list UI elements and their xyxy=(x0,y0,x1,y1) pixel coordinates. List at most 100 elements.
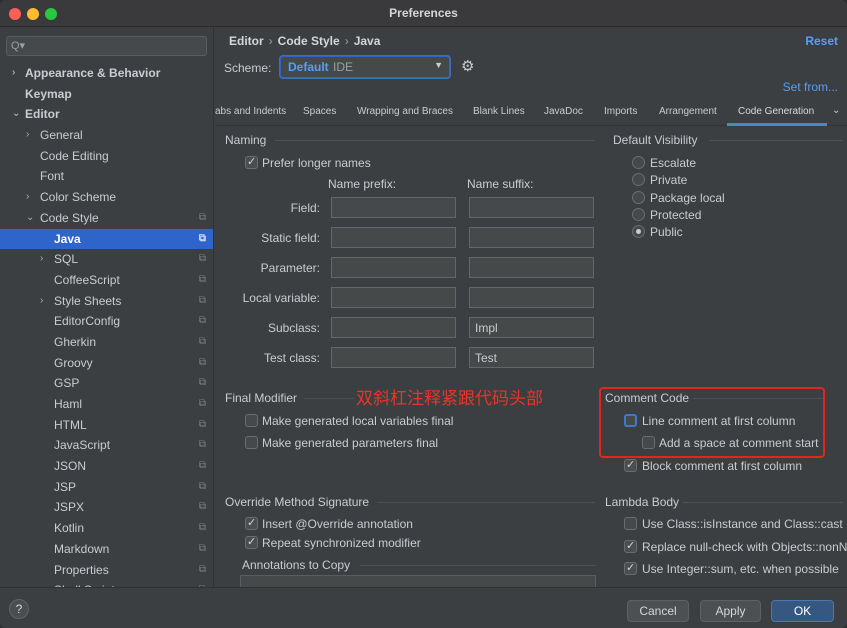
default-visibility-title: Default Visibility xyxy=(613,133,698,147)
sidebar-item-editorconfig[interactable]: EditorConfig ⧉ xyxy=(0,311,213,332)
sidebar-item-gherkin[interactable]: Gherkin ⧉ xyxy=(0,332,213,353)
tab-javadoc[interactable]: JavaDoc xyxy=(544,106,583,117)
package-local-label: Package local xyxy=(650,191,725,205)
sidebar-item-java[interactable]: Java ⧉ xyxy=(0,228,213,250)
chevron-right-icon[interactable]: › xyxy=(12,63,15,84)
sidebar-item-haml[interactable]: Haml ⧉ xyxy=(0,394,213,415)
project-scheme-icon: ⧉ xyxy=(198,377,206,389)
sidebar-item-properties[interactable]: Properties ⧉ xyxy=(0,560,213,581)
code-style-panel: Editor › Code Style › Java Reset Scheme: Def… xyxy=(215,27,847,587)
prefer-longer-names-checkbox[interactable] xyxy=(245,155,258,169)
tab-tabs-and-indents[interactable]: abs and Indents xyxy=(215,106,286,117)
escalate-label: Escalate xyxy=(650,156,697,170)
field-suffix-input[interactable] xyxy=(469,197,594,218)
tab-spaces[interactable]: Spaces xyxy=(303,106,336,117)
tab-blank-lines[interactable]: Blank Lines xyxy=(473,106,525,117)
final-local-variables-label: Make generated local variables final xyxy=(262,414,454,428)
sidebar-item-label: Color Scheme xyxy=(40,190,117,205)
sidebar-item-label: Keymap xyxy=(25,86,72,101)
sidebar-item-json[interactable]: JSON ⧉ xyxy=(0,456,213,477)
static-field-suffix-input[interactable] xyxy=(469,227,594,248)
private-radio[interactable] xyxy=(632,173,645,186)
protected-radio[interactable] xyxy=(632,208,645,221)
window-title: Preferences xyxy=(389,6,458,20)
code-style-tabs: abs and Indents Spaces Wrapping and Brac… xyxy=(215,100,847,126)
test-class-suffix-input[interactable]: Test xyxy=(469,347,594,368)
chevron-down-icon[interactable]: ⌄ xyxy=(12,104,20,125)
settings-search-input[interactable]: Q▾ xyxy=(6,36,207,56)
sidebar-item-font[interactable]: Font xyxy=(0,166,213,187)
sidebar-item-style-sheets[interactable]: › Style Sheets ⧉ xyxy=(0,291,213,312)
sidebar-item-markdown[interactable]: Markdown ⧉ xyxy=(0,539,213,560)
local-variable-suffix-input[interactable] xyxy=(469,287,594,308)
help-button[interactable]: ? xyxy=(9,599,29,619)
sidebar-item-jsp[interactable]: JSP ⧉ xyxy=(0,477,213,498)
project-scheme-icon: ⧉ xyxy=(199,580,206,587)
sidebar-item-general[interactable]: › General xyxy=(0,125,213,146)
divider xyxy=(304,398,354,399)
sidebar-item-editor[interactable]: ⌄ Editor xyxy=(0,104,213,125)
sidebar-item-gsp[interactable]: GSP ⧉ xyxy=(0,373,213,394)
replace-null-check-checkbox[interactable] xyxy=(624,539,637,553)
sidebar-item-coffeescript[interactable]: CoffeeScript ⧉ xyxy=(0,270,213,291)
final-local-variables-checkbox[interactable] xyxy=(245,414,258,427)
sidebar-item-shell-script[interactable]: Shell Script ⧉ xyxy=(0,580,213,587)
sidebar-item-code-editing[interactable]: Code Editing xyxy=(0,146,213,167)
chevron-down-icon[interactable]: ⌄ xyxy=(832,105,840,116)
sidebar-item-jspx[interactable]: JSPX ⧉ xyxy=(0,497,213,518)
preferences-window: Preferences Q▾ › Appearance & Behavior Key… xyxy=(0,0,847,628)
static-field-prefix-input[interactable] xyxy=(331,227,456,248)
set-from-link[interactable]: Set from... xyxy=(783,80,838,94)
sidebar-item-code-style[interactable]: ⌄ Code Style ⧉ xyxy=(0,208,213,229)
repeat-synchronized-checkbox[interactable] xyxy=(245,535,258,549)
gear-icon[interactable]: ⚙ xyxy=(461,57,474,75)
sidebar-item-color-scheme[interactable]: › Color Scheme xyxy=(0,187,213,208)
scheme-dropdown[interactable]: Default IDE ▼ xyxy=(280,56,450,78)
parameter-prefix-input[interactable] xyxy=(331,257,456,278)
annotations-to-copy-list[interactable] xyxy=(240,575,596,587)
chevron-right-icon[interactable]: › xyxy=(40,291,43,312)
sidebar-item-label: HTML xyxy=(54,417,87,432)
sidebar-item-sql[interactable]: › SQL ⧉ xyxy=(0,249,213,270)
chevron-down-icon[interactable]: ⌄ xyxy=(26,208,34,229)
chevron-right-icon[interactable]: › xyxy=(26,187,29,208)
sidebar-item-html[interactable]: HTML ⧉ xyxy=(0,415,213,436)
sidebar-item-label: Groovy xyxy=(54,355,93,370)
use-isinstance-checkbox[interactable] xyxy=(624,517,637,530)
sidebar-item-keymap[interactable]: Keymap xyxy=(0,84,213,105)
package-local-radio[interactable] xyxy=(632,191,645,204)
ok-button[interactable]: OK xyxy=(771,600,834,622)
chevron-right-icon[interactable]: › xyxy=(26,125,29,146)
apply-button[interactable]: Apply xyxy=(700,600,761,622)
dialog-footer: ? Cancel Apply OK xyxy=(0,587,847,628)
local-variable-prefix-input[interactable] xyxy=(331,287,456,308)
tab-arrangement[interactable]: Arrangement xyxy=(659,106,717,117)
subclass-suffix-input[interactable]: Impl xyxy=(469,317,594,338)
breadcrumb-editor: Editor xyxy=(229,34,264,48)
divider xyxy=(360,565,596,566)
sidebar-item-appearance-behavior[interactable]: › Appearance & Behavior xyxy=(0,63,213,84)
chevron-right-icon[interactable]: › xyxy=(40,249,43,270)
sidebar-item-javascript[interactable]: JavaScript ⧉ xyxy=(0,435,213,456)
public-radio[interactable] xyxy=(632,225,645,238)
block-comment-first-column-checkbox[interactable] xyxy=(624,458,637,472)
tab-code-generation[interactable]: Code Generation xyxy=(738,106,814,117)
parameter-suffix-input[interactable] xyxy=(469,257,594,278)
insert-override-checkbox[interactable] xyxy=(245,516,258,530)
final-parameters-checkbox[interactable] xyxy=(245,436,258,449)
sidebar-item-groovy[interactable]: Groovy ⧉ xyxy=(0,353,213,374)
use-integer-sum-checkbox[interactable] xyxy=(624,561,637,575)
static-field-label: Static field: xyxy=(261,231,320,245)
field-prefix-input[interactable] xyxy=(331,197,456,218)
project-scheme-icon: ⧉ xyxy=(198,253,206,265)
escalate-radio[interactable] xyxy=(632,156,645,169)
reset-link[interactable]: Reset xyxy=(805,34,838,48)
test-class-prefix-input[interactable] xyxy=(331,347,456,368)
tab-wrapping-and-braces[interactable]: Wrapping and Braces xyxy=(357,106,453,117)
block-comment-first-column-label: Block comment at first column xyxy=(642,459,803,473)
tab-imports[interactable]: Imports xyxy=(604,106,637,117)
sidebar-item-kotlin[interactable]: Kotlin ⧉ xyxy=(0,518,213,539)
subclass-prefix-input[interactable] xyxy=(331,317,456,338)
use-isinstance-label: Use Class::isInstance and Class::cast xyxy=(642,517,843,531)
cancel-button[interactable]: Cancel xyxy=(627,600,689,622)
